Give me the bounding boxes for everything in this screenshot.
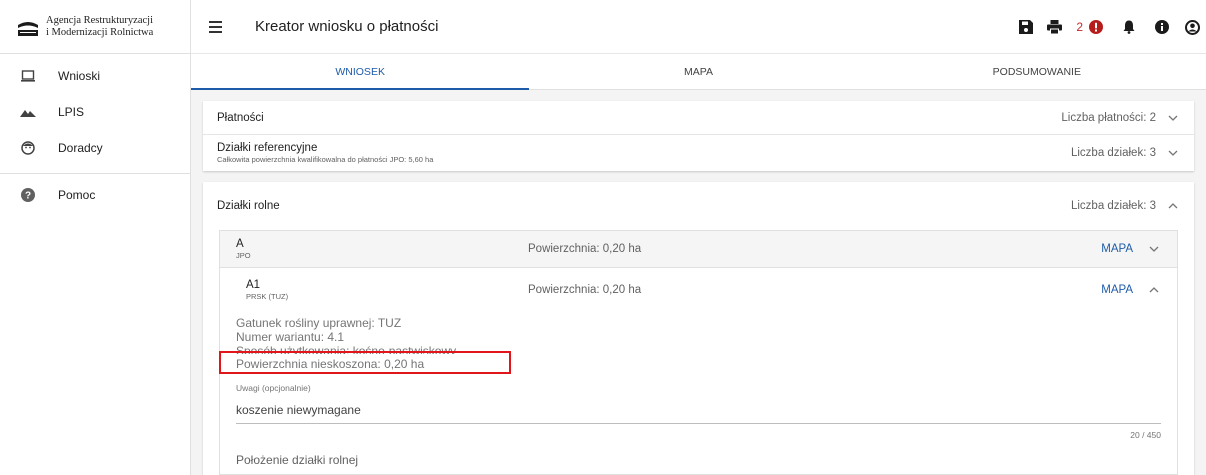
payments-title: Płatności xyxy=(217,111,264,124)
sidebar-item-wnioski[interactable]: Wnioski xyxy=(0,58,190,94)
sidebar-item-pomoc[interactable]: ? Pomoc xyxy=(0,177,190,213)
arimr-logo-icon xyxy=(17,16,39,37)
logo: Agencja Restrukturyzacji i Modernizacji … xyxy=(0,0,190,54)
location-title: Położenie działki rolnej xyxy=(236,453,359,467)
chevron-down-icon[interactable] xyxy=(1166,146,1180,160)
sidebar-item-label: Pomoc xyxy=(58,188,96,202)
agricultural-parcels-title: Działki rolne xyxy=(217,200,280,212)
variant-number: Numer wariantu: 4.1 xyxy=(236,330,345,344)
parcel-name: A xyxy=(236,238,244,250)
highlight-box xyxy=(219,351,511,374)
reference-parcels-count: Liczba działek: 3 xyxy=(1070,147,1156,159)
agricultural-parcels-count: Liczba działek: 3 xyxy=(1070,200,1156,212)
subparcel-map-link[interactable]: MAPA xyxy=(1101,284,1133,296)
payments-header[interactable]: Płatności Liczba płatności: 2 xyxy=(203,101,1194,135)
notes-label: Uwagi (opcjonalnie) xyxy=(236,383,311,393)
laptop-icon xyxy=(20,68,36,84)
parcel-a-header[interactable]: A JPO Powierzchnia: 0,20 ha MAPA xyxy=(220,231,1177,268)
save-icon[interactable] xyxy=(1019,20,1034,34)
sidebar-item-label: Wnioski xyxy=(58,69,101,83)
notes-field[interactable]: Uwagi (opcjonalnie) koszenie niewymagane… xyxy=(236,383,1161,440)
parcel-area: Powierzchnia: 0,20 ha xyxy=(528,243,642,255)
mountain-icon xyxy=(20,104,36,120)
account-icon[interactable] xyxy=(1185,19,1200,35)
sidebar: Agencja Restrukturyzacji i Modernizacji … xyxy=(0,0,191,475)
sidebar-divider xyxy=(0,173,190,174)
payments-count: Liczba płatności: 2 xyxy=(1061,111,1156,124)
main-content: Płatności Liczba płatności: 2 Działki re… xyxy=(191,90,1206,475)
logo-line-1: Agencja Restrukturyzacji xyxy=(46,14,153,26)
parcel-map-link[interactable]: MAPA xyxy=(1101,243,1133,255)
sidebar-item-lpis[interactable]: LPIS xyxy=(0,94,190,130)
agricultural-parcels-panel: Działki rolne Liczba działek: 3 A JPO Po… xyxy=(203,182,1194,475)
notes-counter: 20 / 450 xyxy=(1130,430,1161,440)
chevron-up-icon[interactable] xyxy=(1147,283,1161,297)
reference-parcels-title: Działki referencyjne xyxy=(217,142,318,154)
subparcel-tag: PRSK (TUZ) xyxy=(246,292,289,301)
subparcel-area: Powierzchnia: 0,20 ha xyxy=(528,284,642,296)
menu-icon[interactable] xyxy=(209,18,229,36)
sidebar-item-doradcy[interactable]: Doradcy xyxy=(0,130,190,166)
sidebar-item-label: Doradcy xyxy=(58,141,103,155)
agricultural-parcels-header[interactable]: Działki rolne Liczba działek: 3 xyxy=(203,182,1194,230)
bell-icon[interactable] xyxy=(1123,20,1135,34)
error-count[interactable]: 2 xyxy=(1076,20,1083,34)
page-title: Kreator wniosku o płatności xyxy=(255,18,439,35)
chevron-up-icon[interactable] xyxy=(1166,199,1180,213)
tab-podsumowanie[interactable]: PODSUMOWANIE xyxy=(868,54,1206,89)
crop-species: Gatunek rośliny uprawnej: TUZ xyxy=(236,316,402,330)
error-icon[interactable] xyxy=(1089,20,1103,34)
notes-input[interactable]: koszenie niewymagane xyxy=(236,403,1161,417)
sidebar-item-label: LPIS xyxy=(58,105,85,119)
info-icon[interactable] xyxy=(1155,20,1169,34)
face-icon xyxy=(20,140,36,156)
print-icon[interactable] xyxy=(1047,20,1063,34)
reference-parcels-header[interactable]: Działki referencyjne Całkowita powierzch… xyxy=(203,135,1194,171)
chevron-down-icon[interactable] xyxy=(1166,111,1180,125)
svg-text:?: ? xyxy=(25,191,31,202)
notes-underline xyxy=(236,423,1161,424)
parcel-tag: JPO xyxy=(236,251,251,260)
reference-parcels-subtitle: Całkowita powierzchnia kwalifikowalna do… xyxy=(217,155,434,164)
parcel-a-card: A JPO Powierzchnia: 0,20 ha MAPA A1 PRSK… xyxy=(219,230,1178,475)
tab-wniosek[interactable]: WNIOSEK xyxy=(191,54,530,90)
subparcel-name: A1 xyxy=(246,279,261,291)
top-bar: Kreator wniosku o płatności 2 xyxy=(191,0,1206,54)
logo-line-2: i Modernizacji Rolnictwa xyxy=(46,26,154,38)
tab-bar: WNIOSEK MAPA PODSUMOWANIE xyxy=(191,54,1206,90)
subparcel-a1-header[interactable]: A1 PRSK (TUZ) Powierzchnia: 0,20 ha MAPA xyxy=(220,268,1177,312)
chevron-down-icon[interactable] xyxy=(1147,242,1161,256)
payments-panel: Płatności Liczba płatności: 2 Działki re… xyxy=(203,101,1194,171)
help-icon: ? xyxy=(20,187,36,203)
tab-mapa[interactable]: MAPA xyxy=(529,54,867,89)
